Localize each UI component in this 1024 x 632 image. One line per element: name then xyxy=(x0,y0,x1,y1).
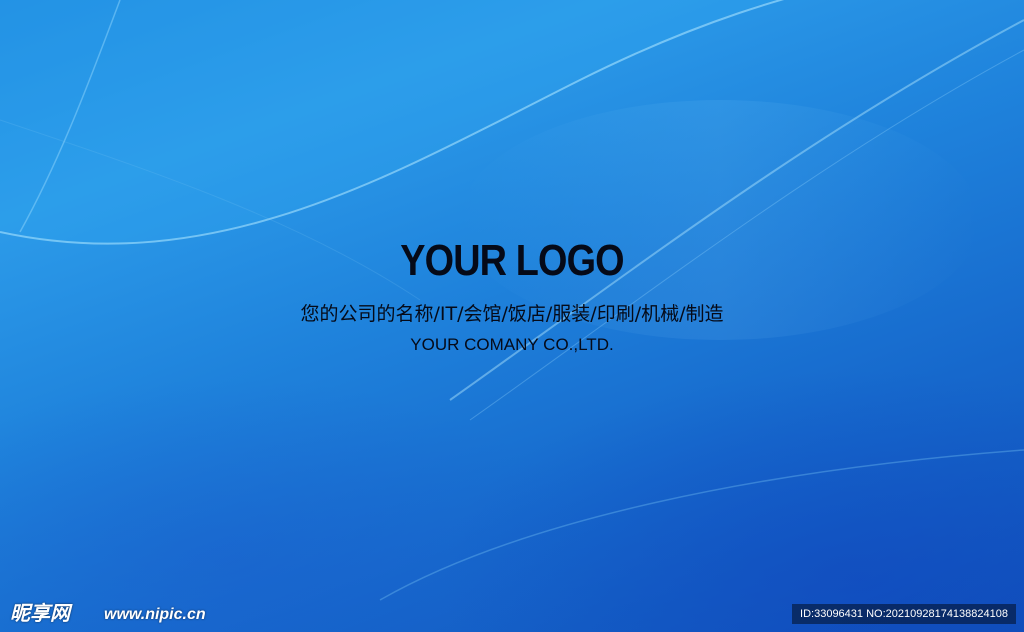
company-name-chinese: 您的公司的名称/IT/会馆/饭店/服装/印刷/机械/制造 xyxy=(300,303,724,325)
image-id-badge: ID:33096431 NO:20210928174138824108 xyxy=(792,604,1016,624)
logo-title: YOUR LOGO xyxy=(400,236,624,285)
watermark-site-logo: 昵享网 xyxy=(10,601,70,625)
company-name-english: YOUR COMANY CO.,LTD. xyxy=(410,335,614,354)
watermark-url: www.nipic.cn xyxy=(104,606,206,623)
